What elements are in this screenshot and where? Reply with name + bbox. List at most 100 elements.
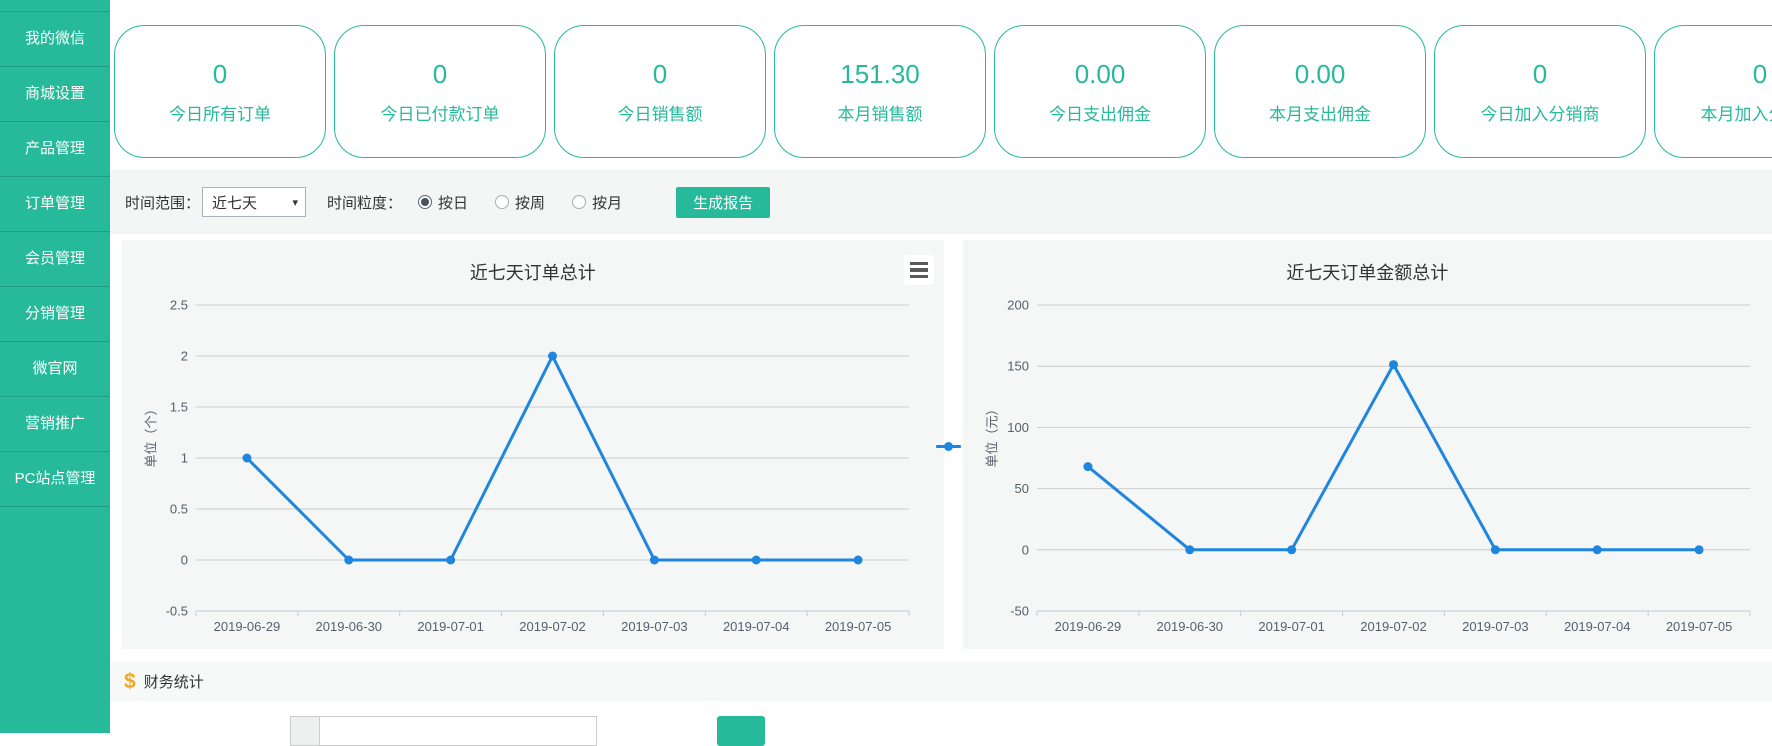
sidebar-item-mall-settings[interactable]: 商城设置: [0, 67, 110, 122]
stat-card-label: 本月支出佣金: [1269, 100, 1371, 125]
radio-by-week[interactable]: 按周: [495, 192, 545, 213]
stat-card-month-distributors: 0 本月加入分销商: [1654, 25, 1772, 158]
stat-card-today-paid-orders: 0 今日已付款订单: [334, 25, 546, 158]
legend-marker: [936, 445, 961, 448]
x-tick-label: 2019-07-03: [621, 619, 688, 634]
time-range-label: 时间范围：: [125, 192, 200, 213]
x-tick-label: 2019-07-05: [1665, 619, 1732, 634]
x-tick-label: 2019-06-29: [1054, 619, 1121, 634]
sidebar-item-label: 订单管理: [25, 195, 85, 212]
data-point[interactable]: [1694, 545, 1703, 554]
sidebar-item-label: 分销管理: [25, 305, 85, 322]
x-tick-label: 2019-07-04: [723, 619, 790, 634]
generate-report-button[interactable]: 生成报告: [676, 187, 770, 218]
radio-label: 按月: [592, 192, 622, 213]
data-point[interactable]: [1083, 462, 1092, 471]
y-tick-label: 0: [181, 553, 188, 568]
y-tick-label: 2: [181, 349, 188, 364]
sidebar-item-distribution-mgmt[interactable]: 分销管理: [0, 287, 110, 342]
radio-by-month[interactable]: 按月: [572, 192, 622, 213]
radio-icon: [418, 195, 432, 209]
x-tick-label: 2019-06-30: [1156, 619, 1223, 634]
data-point[interactable]: [548, 352, 557, 361]
stat-card-value: 0.00: [1295, 59, 1346, 90]
orders-line-chart: -0.5 0 0.5 1 1.5 2 2.5 2019-06-29 2019-06-30 2019…: [122, 280, 995, 649]
y-tick-label: 2.5: [170, 298, 188, 313]
y-tick-label: 150: [1007, 359, 1029, 374]
stat-card-today-orders: 0 今日所有订单: [114, 25, 326, 158]
radio-label: 按日: [438, 192, 468, 213]
main-content: 0 今日所有订单 0 今日已付款订单 0 今日销售额 151.30 本月销售额 …: [110, 0, 1772, 746]
stat-card-value: 0: [433, 59, 447, 90]
sidebar-item-partial[interactable]: [0, 0, 110, 12]
sidebar-item-my-wechat[interactable]: 我的微信: [0, 12, 110, 67]
stat-card-value: 151.30: [840, 59, 920, 90]
time-range-selected-value: 近七天: [212, 192, 257, 213]
finance-controls: [110, 716, 1772, 746]
sidebar-item-label: 营销推广: [25, 415, 85, 432]
sidebar-item-product-mgmt[interactable]: 产品管理: [0, 122, 110, 177]
sidebar-item-micro-site[interactable]: 微官网: [0, 342, 110, 397]
y-tick-label: 1: [181, 451, 188, 466]
sidebar: 我的微信 商城设置 产品管理 订单管理 会员管理 分销管理 微官网 营销推广 P…: [0, 0, 110, 733]
stat-card-label: 今日加入分销商: [1481, 100, 1600, 125]
radio-by-day[interactable]: 按日: [418, 192, 468, 213]
series-line: [1088, 365, 1699, 550]
stat-card-today-commission: 0.00 今日支出佣金: [994, 25, 1206, 158]
sidebar-item-order-mgmt[interactable]: 订单管理: [0, 177, 110, 232]
y-tick-label: 50: [1014, 481, 1028, 496]
chart-title: 近七天订单总计: [122, 240, 944, 285]
granularity-label: 时间粒度：: [327, 192, 402, 213]
data-point[interactable]: [1287, 545, 1296, 554]
x-tick-label: 2019-07-01: [1258, 619, 1325, 634]
stat-card-value: 0: [213, 59, 227, 90]
y-tick-label: 100: [1007, 420, 1029, 435]
x-tick-label: 2019-07-01: [417, 619, 484, 634]
sidebar-item-marketing[interactable]: 营销推广: [0, 397, 110, 452]
data-point[interactable]: [446, 556, 455, 565]
data-point[interactable]: [344, 556, 353, 565]
stat-card-value: 0: [1753, 59, 1767, 90]
y-tick-label: 1.5: [170, 400, 188, 415]
stat-card-month-sales: 151.30 本月销售额: [774, 25, 986, 158]
data-point[interactable]: [1490, 545, 1499, 554]
stat-card-today-distributors: 0 今日加入分销商: [1434, 25, 1646, 158]
stat-card-value: 0.00: [1075, 59, 1126, 90]
x-tick-label: 2019-06-29: [214, 619, 281, 634]
y-tick-label: 0: [1021, 542, 1028, 557]
sidebar-item-label: 我的微信: [25, 30, 85, 47]
data-point[interactable]: [854, 556, 863, 565]
x-tick-label: 2019-06-30: [316, 619, 383, 634]
stat-card-label: 今日所有订单: [169, 100, 271, 125]
radio-label: 按周: [515, 192, 545, 213]
finance-search-button[interactable]: [717, 716, 765, 746]
sidebar-item-label: PC站点管理: [15, 470, 96, 487]
input-addon: [290, 716, 320, 746]
sidebar-item-member-mgmt[interactable]: 会员管理: [0, 232, 110, 287]
x-tick-label: 2019-07-02: [519, 619, 586, 634]
stat-card-today-sales: 0 今日销售额: [554, 25, 766, 158]
y-tick-label: -0.5: [166, 604, 188, 619]
finance-section-header: $ 财务统计: [110, 662, 1772, 701]
stat-card-value: 0: [1533, 59, 1547, 90]
x-tick-label: 2019-07-02: [1360, 619, 1427, 634]
data-point[interactable]: [1389, 360, 1398, 369]
data-point[interactable]: [1592, 545, 1601, 554]
chevron-down-icon: ▾: [292, 196, 298, 209]
data-point[interactable]: [752, 556, 761, 565]
finance-title: 财务统计: [144, 671, 204, 692]
sidebar-item-label: 微官网: [32, 360, 77, 377]
data-point[interactable]: [650, 556, 659, 565]
stat-card-label: 本月加入分销商: [1701, 100, 1772, 125]
sidebar-item-label: 商城设置: [25, 85, 85, 102]
data-point[interactable]: [242, 454, 251, 463]
data-point[interactable]: [1185, 545, 1194, 554]
sidebar-item-pc-site-mgmt[interactable]: PC站点管理: [0, 452, 110, 507]
finance-input[interactable]: [320, 716, 597, 746]
y-tick-label: 200: [1007, 298, 1029, 313]
time-range-select[interactable]: 近七天 ▾: [202, 187, 306, 217]
radio-icon: [495, 195, 509, 209]
x-tick-label: 2019-07-03: [1462, 619, 1529, 634]
y-tick-label: 0.5: [170, 502, 188, 517]
orders-chart-panel: 近七天订单总计 单位（个） -0.500.511.522.52019-06-29…: [122, 240, 944, 649]
